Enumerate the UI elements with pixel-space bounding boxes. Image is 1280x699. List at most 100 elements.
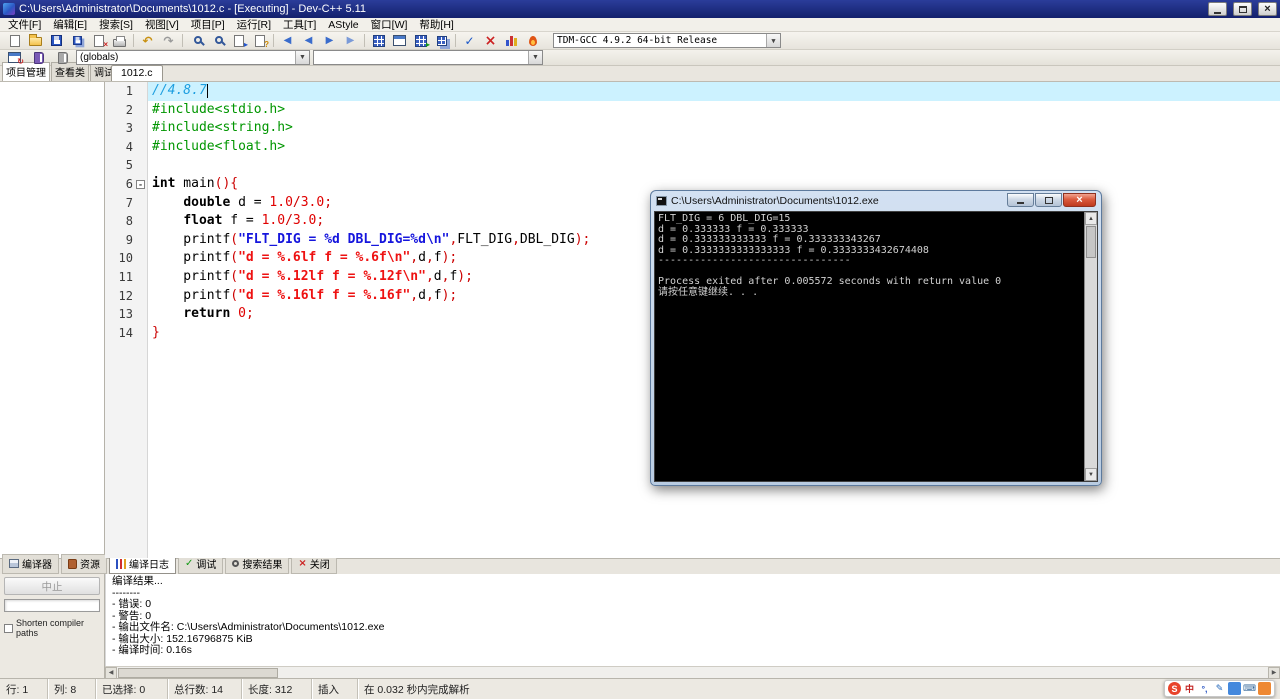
menu-item-8[interactable]: AStyle: [322, 18, 364, 31]
console-close-button[interactable]: ×: [1063, 193, 1096, 207]
profile-button[interactable]: [501, 33, 522, 49]
ime-toolbox-icon[interactable]: [1258, 682, 1271, 695]
globals-select[interactable]: (globals) ▼: [76, 50, 310, 65]
menu-item-7[interactable]: 工具[T]: [277, 18, 322, 31]
console-title-bar[interactable]: C:\Users\Administrator\Documents\1012.ex…: [654, 191, 1098, 211]
run-icon: [393, 35, 406, 46]
report-tab-resource[interactable]: 资源: [61, 554, 107, 574]
console-scrollbar[interactable]: ▲ ▼: [1084, 212, 1097, 481]
menu-item-1[interactable]: 文件[F]: [2, 18, 47, 31]
code-line-1[interactable]: 1//4.8.7: [105, 82, 1280, 101]
fold-toggle-icon[interactable]: -: [136, 179, 145, 189]
members-select[interactable]: ▼: [313, 50, 543, 65]
scroll-up-icon[interactable]: ▲: [1085, 212, 1097, 225]
delete-profiling-button[interactable]: [522, 33, 543, 49]
goto-source-button[interactable]: [52, 50, 73, 66]
log-hscrollbar[interactable]: ◀ ▶: [105, 666, 1280, 679]
status-segment-4: 总行数: 14: [168, 679, 242, 699]
shorten-paths-checkbox[interactable]: Shorten compiler paths: [4, 618, 100, 638]
ime-mic-icon[interactable]: [1228, 682, 1241, 695]
goto-header-button[interactable]: [28, 50, 49, 66]
maximize-button[interactable]: [1233, 2, 1252, 16]
goto-declaration-button[interactable]: ◀: [298, 33, 319, 49]
ime-mode-icon[interactable]: 中: [1183, 682, 1196, 695]
compiler-icon: [9, 559, 19, 568]
back-button[interactable]: ◀: [277, 33, 298, 49]
code-line-4[interactable]: 4 #include<float.h>: [105, 138, 1280, 157]
print-button[interactable]: [109, 33, 130, 49]
refresh-class-browser-button[interactable]: ↻: [4, 50, 25, 66]
run-button[interactable]: [389, 33, 410, 49]
menu-item-9[interactable]: 窗口[W]: [365, 18, 414, 31]
goto-definition-button[interactable]: ▶: [319, 33, 340, 49]
menu-item-6[interactable]: 运行[R]: [231, 18, 277, 31]
hscroll-thumb[interactable]: [118, 667, 278, 678]
scroll-right-icon[interactable]: ▶: [1268, 666, 1280, 679]
syntax-check-button[interactable]: ✓: [459, 33, 480, 49]
scroll-left-icon[interactable]: ◀: [105, 666, 117, 679]
find-button[interactable]: [186, 33, 207, 49]
sogou-logo-icon[interactable]: S: [1168, 682, 1181, 695]
compiler-profile-select[interactable]: TDM-GCC 4.9.2 64-bit Release ▼: [553, 33, 781, 48]
goto-line-button[interactable]: ▸: [228, 33, 249, 49]
project-panel[interactable]: [0, 82, 105, 558]
code-line-3[interactable]: 3 #include<string.h>: [105, 119, 1280, 138]
abort-button[interactable]: 中止: [4, 577, 100, 595]
log-line-5: - 输出文件名: C:\Users\Administrator\Document…: [112, 621, 385, 633]
checkbox-icon[interactable]: [4, 623, 13, 633]
log-icon: [116, 558, 126, 569]
close-file-button[interactable]: ×: [88, 33, 109, 49]
undo-button[interactable]: ↶: [137, 33, 158, 49]
scroll-down-icon[interactable]: ▼: [1085, 468, 1097, 481]
save-all-button[interactable]: [67, 33, 88, 49]
compile-log[interactable]: 编译结果... -------- - 错误: 0- 警告: 0- 输出文件名: C:…: [105, 574, 1280, 666]
menu-item-3[interactable]: 搜索[S]: [93, 18, 139, 31]
ime-keyboard-icon[interactable]: ⌨: [1243, 682, 1256, 695]
close-button[interactable]: ×: [1258, 2, 1277, 16]
console-line-5: --------------------------------: [658, 255, 851, 266]
ime-toolbar[interactable]: S 中 °, ✎ ⌨: [1164, 680, 1275, 697]
replace-button[interactable]: [207, 33, 228, 49]
redo-button[interactable]: ↷: [158, 33, 179, 49]
minimize-icon: [1017, 202, 1024, 204]
menu-item-5[interactable]: 项目[P]: [185, 18, 231, 31]
code-line-5[interactable]: 5: [105, 156, 1280, 175]
abort-compile-button[interactable]: ×: [480, 33, 501, 49]
profile-chart-icon: [506, 35, 517, 46]
replace-icon: [214, 35, 223, 44]
menu-item-2[interactable]: 编辑[E]: [47, 18, 93, 31]
compile-button[interactable]: [368, 33, 389, 49]
ime-pencil-icon[interactable]: ✎: [1213, 682, 1226, 695]
compile-log-container: 编译结果... -------- - 错误: 0- 警告: 0- 输出文件名: C:…: [105, 574, 1280, 679]
console-scroll-track[interactable]: [1085, 259, 1097, 468]
console-minimize-button[interactable]: [1007, 193, 1034, 207]
globals-value: (globals): [80, 52, 119, 63]
save-button[interactable]: [46, 33, 67, 49]
line-number: 13: [118, 307, 133, 322]
console-scroll-thumb[interactable]: [1086, 226, 1096, 258]
editor-tab[interactable]: 1012.c: [111, 65, 163, 81]
title-bar[interactable]: C:\Users\Administrator\Documents\1012.c …: [0, 0, 1280, 18]
save-all-icon: [73, 36, 82, 45]
console-maximize-button[interactable]: [1035, 193, 1062, 207]
rebuild-icon: [436, 35, 447, 46]
toolbar-main: × ↶ ↷ ▸ ? ◀ ◀ ▶ ▶ ▸ ✓ × TDM-GCC 4.9.2 64…: [0, 32, 1280, 50]
compile-run-button[interactable]: ▸: [410, 33, 431, 49]
refresh-mark-icon: ↻: [17, 56, 24, 66]
report-tab-compiler[interactable]: 编译器: [2, 554, 59, 574]
incremental-search-button[interactable]: ?: [249, 33, 270, 49]
minimize-button[interactable]: [1208, 2, 1227, 16]
close-icon: ×: [1264, 3, 1271, 15]
menu-item-4[interactable]: 视图[V]: [139, 18, 185, 31]
console-window[interactable]: C:\Users\Administrator\Documents\1012.ex…: [650, 190, 1102, 486]
menu-item-10[interactable]: 帮助[H]: [413, 18, 459, 31]
code-line-2[interactable]: 2 #include<stdio.h>: [105, 101, 1280, 120]
rebuild-button[interactable]: [431, 33, 452, 49]
forward-button[interactable]: ▶: [340, 33, 361, 49]
console-text[interactable]: FLT_DIG = 6 DBL_DIG=15 d = 0.333333 f = 0…: [655, 212, 1084, 481]
ime-punct-icon[interactable]: °,: [1198, 682, 1211, 695]
open-file-button[interactable]: [25, 33, 46, 49]
new-file-button[interactable]: [4, 33, 25, 49]
save-icon: [51, 35, 62, 46]
redo-icon: ↷: [163, 33, 174, 48]
